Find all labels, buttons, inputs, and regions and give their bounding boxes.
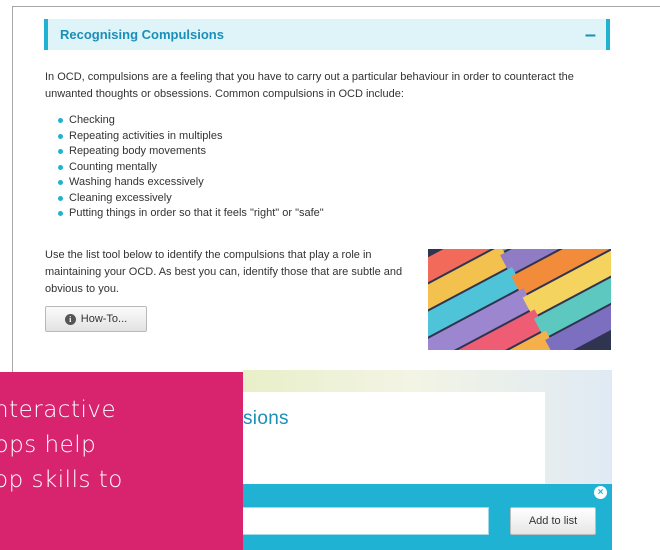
info-icon: i	[64, 313, 76, 325]
section-title: Recognising Compulsions	[60, 27, 224, 42]
list-item: Repeating body movements	[58, 144, 324, 160]
collapse-toggle[interactable]: –	[585, 25, 596, 45]
close-icon[interactable]: ×	[594, 486, 607, 499]
list-item: Counting mentally	[58, 160, 324, 176]
list-item: Putting things in order so that it feels…	[58, 206, 324, 222]
instructions-paragraph: Use the list tool below to identify the …	[45, 249, 403, 295]
list-item-label: Counting mentally	[69, 160, 158, 173]
list-item-label: Cleaning excessively	[69, 191, 172, 204]
list-item: Repeating activities in multiples	[58, 129, 324, 145]
bullet-icon	[58, 133, 63, 139]
list-item-label: Checking	[69, 114, 115, 126]
sticky-notes-photo	[428, 249, 611, 350]
list-tool-card	[243, 392, 545, 484]
list-item-label: Repeating body movements	[69, 145, 206, 157]
accordion-header[interactable]: Recognising Compulsions –	[44, 19, 610, 50]
caption-overlay: nteractive pps help op skills to	[0, 372, 243, 550]
list-item-label: Putting things in order so that it feels…	[69, 207, 324, 219]
list-tool-title: sions	[243, 408, 289, 429]
caption-text: nteractive pps help op skills to	[0, 397, 123, 493]
list-item-label: Washing hands excessively	[69, 176, 204, 188]
bullet-icon	[58, 180, 63, 186]
list-item: Cleaning excessively	[58, 191, 324, 207]
intro-paragraph: In OCD, compulsions are a feeling that y…	[45, 71, 574, 100]
list-item: Checking	[58, 113, 324, 129]
compulsions-list: Checking Repeating activities in multipl…	[58, 113, 324, 222]
how-to-button[interactable]: i How-To...	[45, 306, 147, 332]
bullet-icon	[58, 211, 63, 217]
how-to-label: How-To...	[80, 313, 128, 325]
bullet-icon	[58, 164, 63, 170]
list-item-input[interactable]	[243, 507, 489, 535]
list-item: Washing hands excessively	[58, 175, 324, 191]
bullet-icon	[58, 195, 63, 201]
sticky-notes-image	[428, 249, 611, 350]
add-to-list-button[interactable]: Add to list	[510, 507, 596, 535]
bullet-icon	[58, 149, 63, 155]
list-item-label: Repeating activities in multiples	[69, 129, 223, 142]
bullet-icon	[58, 118, 63, 124]
